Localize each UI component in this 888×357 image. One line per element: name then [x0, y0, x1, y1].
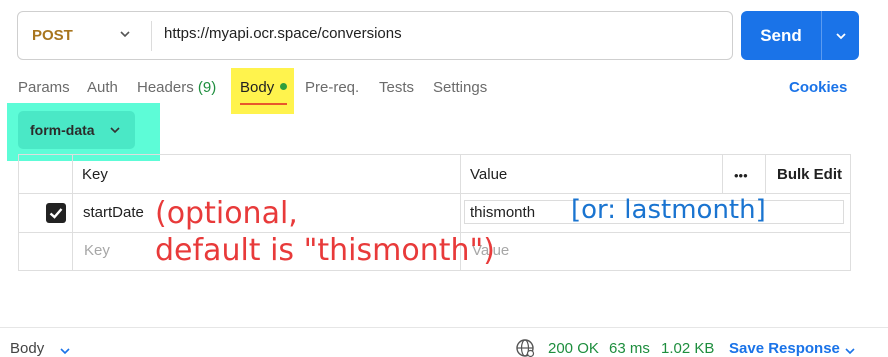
- method-label: POST: [32, 27, 73, 44]
- headers-count: (9): [197, 79, 217, 96]
- row-divider: [19, 193, 850, 194]
- row-key[interactable]: startDate: [83, 204, 144, 221]
- save-response-label: Save Response: [729, 340, 840, 357]
- footer-divider: [0, 327, 888, 328]
- save-response-button[interactable]: Save Response: [729, 340, 855, 357]
- column-header-key: Key: [82, 166, 108, 183]
- tab-tests[interactable]: Tests: [379, 79, 414, 96]
- tab-params[interactable]: Params: [18, 79, 70, 96]
- send-options-button[interactable]: [822, 11, 859, 60]
- bulk-edit-button[interactable]: Bulk Edit: [777, 166, 842, 183]
- column-divider: [72, 155, 73, 270]
- annotation-default: default is "thismonth"): [155, 233, 496, 268]
- tab-auth[interactable]: Auth: [87, 79, 118, 96]
- checkmark-icon: [49, 208, 63, 219]
- column-header-value: Value: [470, 166, 508, 183]
- body-indicator-dot: [280, 82, 288, 90]
- response-time: 63 ms: [609, 340, 650, 357]
- annotation-alternative: [or: lastmonth]: [571, 195, 766, 225]
- chevron-down-icon: [120, 31, 130, 38]
- chevron-down-icon: [845, 348, 855, 355]
- column-divider: [765, 155, 766, 193]
- tab-body[interactable]: Body: [240, 79, 288, 96]
- url-divider: [151, 21, 152, 51]
- status-code: 200 OK: [548, 340, 599, 357]
- cookies-link[interactable]: Cookies: [789, 79, 847, 96]
- method-select[interactable]: POST: [18, 12, 150, 59]
- body-mode-label: form-data: [30, 122, 95, 138]
- annotation-optional: (optional,: [155, 196, 298, 231]
- chevron-down-icon: [835, 32, 846, 39]
- response-body-select[interactable]: Body: [10, 340, 70, 357]
- response-body-label: Body: [10, 340, 45, 357]
- send-button-group: Send: [741, 11, 859, 60]
- row-checkbox[interactable]: [46, 203, 66, 223]
- column-divider: [722, 155, 723, 193]
- response-size: 1.02 KB: [661, 340, 715, 357]
- active-tab-underline: [240, 103, 287, 105]
- request-url-bar: POST https://myapi.ocr.space/conversions: [17, 11, 733, 60]
- send-button[interactable]: Send: [741, 11, 821, 60]
- chevron-down-icon: [110, 127, 120, 134]
- tab-headers-label: Headers: [137, 79, 194, 96]
- more-options-icon[interactable]: •••: [734, 168, 748, 183]
- chevron-down-icon: [60, 348, 70, 355]
- tab-settings[interactable]: Settings: [433, 79, 487, 96]
- row-value: thismonth: [470, 204, 536, 221]
- globe-icon[interactable]: [515, 338, 535, 357]
- tab-prereq[interactable]: Pre-req.: [305, 79, 359, 96]
- url-input[interactable]: https://myapi.ocr.space/conversions: [164, 25, 402, 42]
- tab-body-label: Body: [240, 79, 275, 96]
- new-key-placeholder[interactable]: Key: [84, 242, 110, 259]
- body-mode-select[interactable]: form-data: [18, 111, 135, 149]
- tab-headers[interactable]: Headers (9): [137, 79, 216, 96]
